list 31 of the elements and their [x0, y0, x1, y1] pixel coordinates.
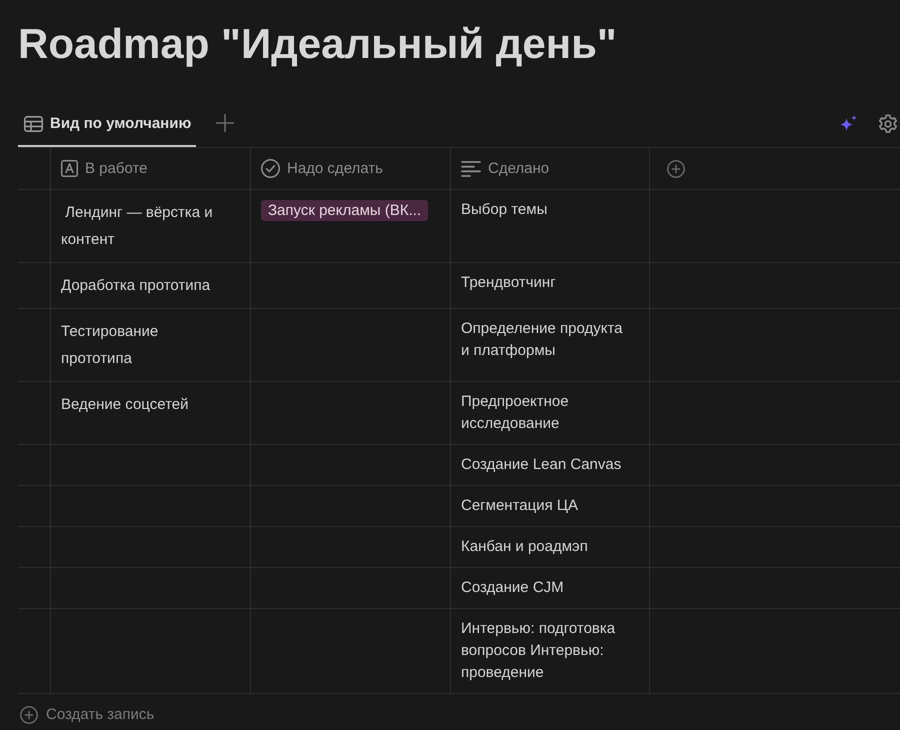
table-cell: Доработка прототипа: [50, 263, 250, 308]
table-cell: Выбор темы: [450, 190, 649, 262]
page-title: Roadmap "Идеальный день": [18, 19, 617, 69]
plus-circle-icon: [20, 706, 38, 724]
table-cell: Сегментация ЦА: [450, 486, 649, 526]
table-cell: Определение продукта и платформы: [450, 309, 649, 381]
check-circle-icon: [261, 159, 280, 178]
table-cell: Трендвотчинг: [450, 263, 649, 308]
table-cell: Лендинг — вёрстка и контент: [50, 190, 250, 262]
table-cell: Ведение соцсетей: [50, 382, 250, 444]
text-lines-icon: [461, 160, 481, 176]
create-record-button[interactable]: Создать запись: [18, 704, 158, 726]
add-view-button[interactable]: [216, 114, 234, 132]
plus-circle-icon: [667, 160, 685, 178]
table-cell: Канбан и роадмэп: [450, 527, 649, 567]
table-cell: Предпроектное исследование: [450, 382, 649, 444]
text-field-icon: [61, 160, 78, 177]
table-cell: Создание CJM: [450, 568, 649, 608]
plus-icon: [216, 114, 234, 132]
settings-icon: [878, 114, 898, 134]
status-tag: Запуск рекламы (ВК...: [261, 200, 428, 221]
view-tab[interactable]: Вид по умолчанию: [18, 102, 196, 147]
column-header[interactable]: Надо сделать: [250, 148, 450, 189]
column-header[interactable]: В работе: [50, 148, 250, 189]
table-cell: Создание Lean Canvas: [450, 445, 649, 485]
column-header[interactable]: Сделано: [450, 148, 649, 189]
table-icon: [24, 116, 43, 132]
table-cell: Тестирование прототипа: [50, 309, 250, 381]
table-cell: Интервью: подготовка вопросов Интервью: проведение: [450, 609, 649, 693]
add-column-button[interactable]: [667, 160, 685, 178]
settings-button[interactable]: [878, 114, 898, 134]
